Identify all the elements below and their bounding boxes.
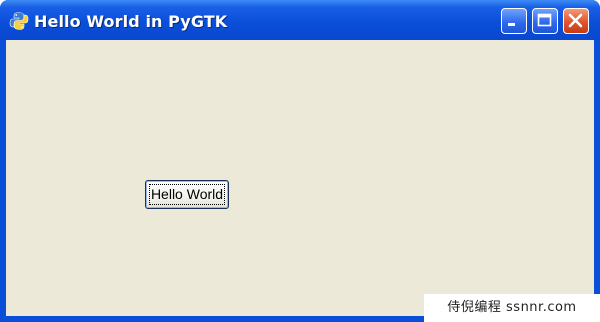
hello-world-button[interactable]: Hello World: [145, 180, 229, 209]
minimize-icon: [508, 23, 515, 26]
maximize-button[interactable]: [532, 8, 558, 34]
window-title: Hello World in PyGTK: [34, 12, 228, 31]
hello-world-button-label: Hello World: [150, 186, 224, 202]
watermark: 侍倪编程 ssnnr.com: [424, 294, 600, 322]
close-icon: [568, 13, 583, 28]
app-window: Hello World in PyGTK Hello World: [0, 0, 600, 322]
close-button[interactable]: [563, 8, 589, 34]
maximize-icon: [537, 13, 552, 27]
window-client-area: Hello World: [6, 40, 594, 316]
title-bar[interactable]: Hello World in PyGTK: [0, 0, 600, 40]
python-icon: [9, 11, 29, 31]
minimize-button[interactable]: [501, 8, 527, 34]
